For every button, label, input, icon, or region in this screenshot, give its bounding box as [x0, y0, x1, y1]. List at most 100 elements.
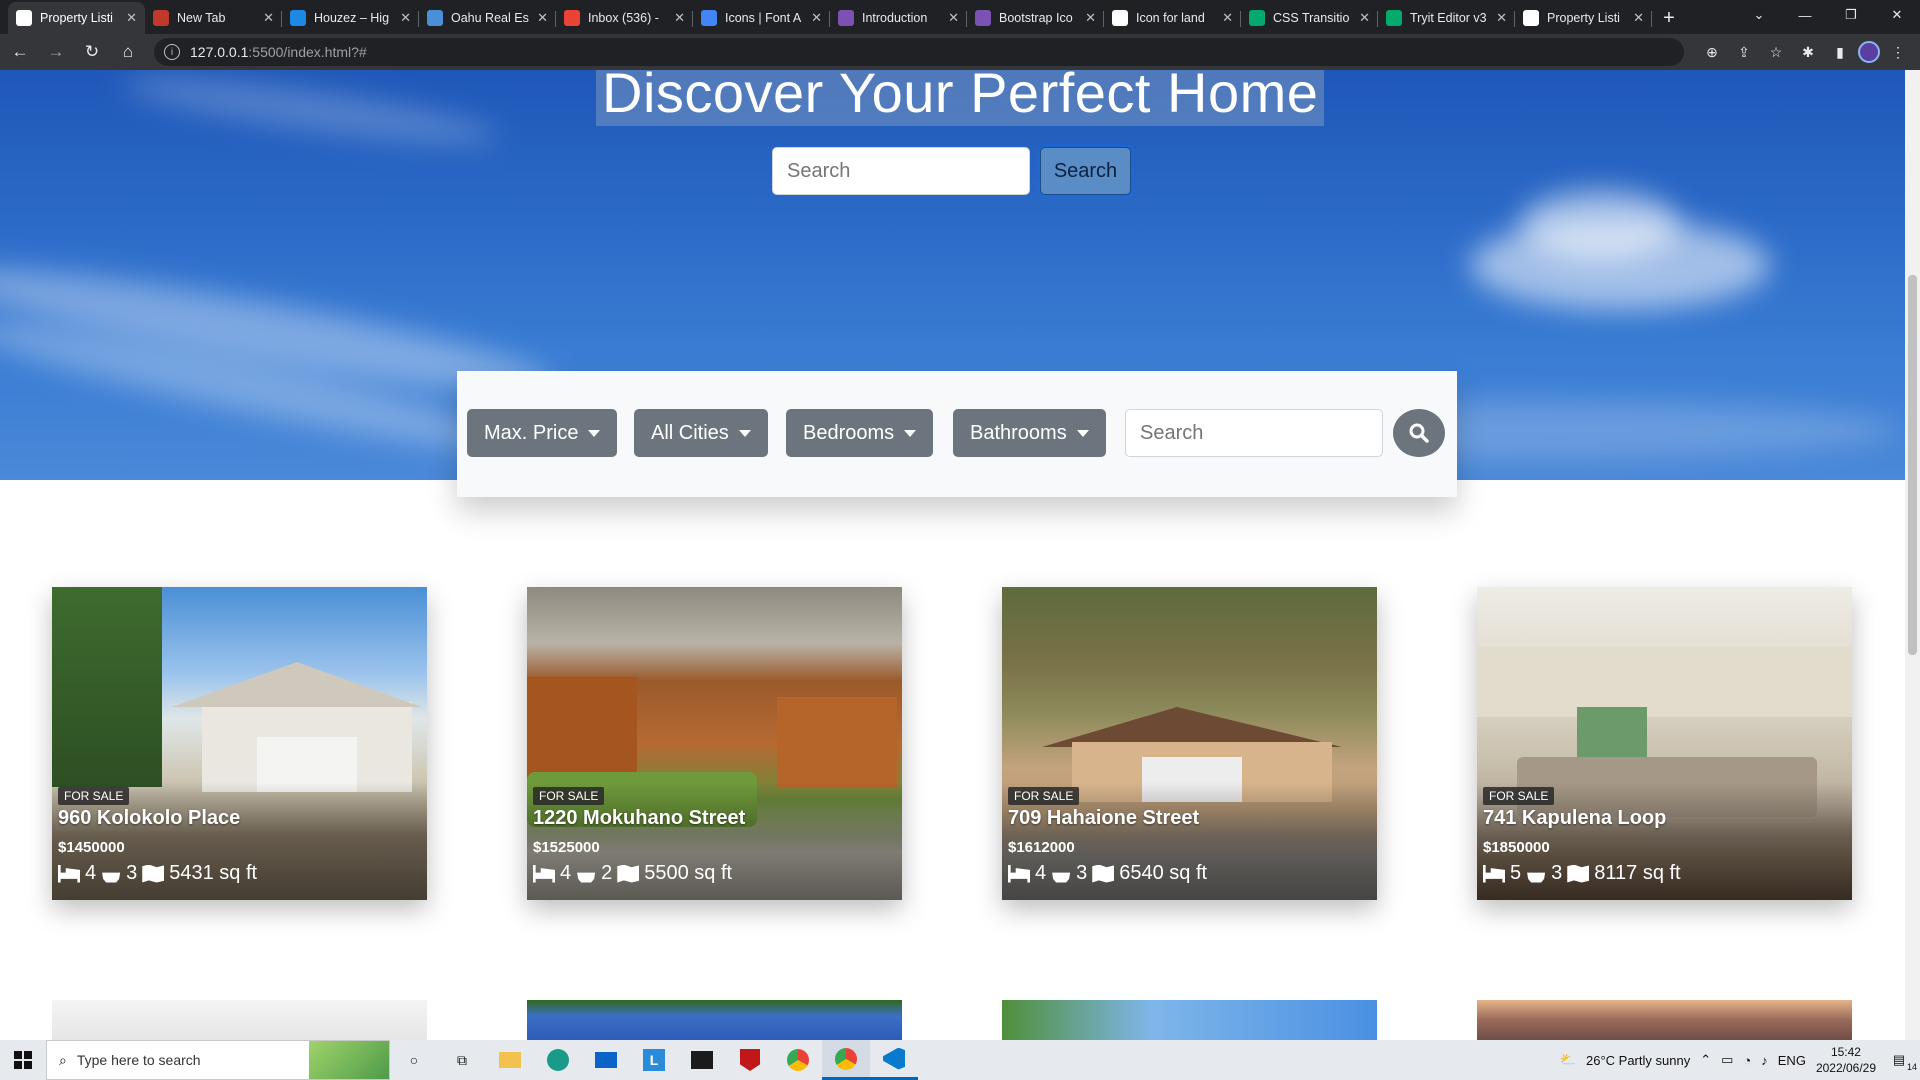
notifications-icon[interactable]: ▤ 14	[1886, 1052, 1918, 1072]
task-view-icon[interactable]: ⧉	[438, 1040, 486, 1080]
mail-icon[interactable]	[582, 1040, 630, 1080]
extensions-icon[interactable]: ✱	[1794, 38, 1822, 66]
chrome-active-icon[interactable]	[822, 1040, 870, 1080]
battery-icon[interactable]: ▭	[1721, 1052, 1733, 1068]
bootstrap-icon	[838, 10, 854, 26]
windows-logo-icon	[14, 1051, 32, 1069]
close-tab-icon[interactable]: ✕	[537, 10, 548, 26]
profile-avatar[interactable]	[1858, 41, 1880, 63]
wifi-icon[interactable]: ◔	[1743, 1053, 1751, 1068]
mcafee-icon[interactable]	[726, 1040, 774, 1080]
clock[interactable]: 15:42 2022/06/29	[1816, 1044, 1876, 1076]
reload-button[interactable]: ↻	[76, 36, 108, 68]
close-tab-icon[interactable]: ✕	[263, 10, 274, 26]
side-panel-icon[interactable]: ▮	[1826, 38, 1854, 66]
browser-toolbar: ← → ↻ ⌂ i 127.0.0.1:5500/index.html?# ⊕ …	[0, 34, 1920, 70]
zoom-icon[interactable]: ⊕	[1698, 38, 1726, 66]
edge-icon[interactable]	[534, 1040, 582, 1080]
close-tab-icon[interactable]: ✕	[948, 10, 959, 26]
tree-shape	[52, 587, 162, 787]
listing-card[interactable]: FOR SALE 1220 Mokuhano Street $1525000 4…	[527, 587, 902, 900]
browser-tab[interactable]: Introduction ✕	[830, 2, 967, 34]
browser-tab[interactable]: Inbox (536) - ✕	[556, 2, 693, 34]
area-map-icon	[617, 864, 640, 883]
close-tab-icon[interactable]: ✕	[674, 10, 685, 26]
tab-title: Icons | Font A	[725, 11, 802, 25]
listing-card[interactable]: FOR SALE 709 Hahaione Street $1612000 4 …	[1002, 587, 1377, 900]
language-indicator[interactable]: ENG	[1778, 1053, 1806, 1068]
site-info-icon[interactable]: i	[164, 44, 180, 60]
back-button[interactable]: ←	[4, 36, 36, 68]
listing-card-partial[interactable]	[1477, 1000, 1852, 1040]
browser-tab[interactable]: Tryit Editor v3 ✕	[1378, 2, 1515, 34]
chrome-icon[interactable]	[774, 1040, 822, 1080]
close-tab-icon[interactable]: ✕	[1633, 10, 1644, 26]
close-tab-icon[interactable]: ✕	[1222, 10, 1233, 26]
max-price-dropdown[interactable]: Max. Price	[467, 409, 618, 457]
menu-icon[interactable]: ⋮	[1884, 38, 1912, 66]
cities-dropdown[interactable]: All Cities	[634, 409, 768, 457]
listing-card[interactable]: FOR SALE 741 Kapulena Loop $1850000 5 3 …	[1477, 587, 1852, 900]
browser-tab[interactable]: Oahu Real Est ✕	[419, 2, 556, 34]
browser-tab[interactable]: Property Listi ✕	[8, 2, 145, 34]
start-button[interactable]	[0, 1040, 46, 1080]
sqft-value: 6540 sq ft	[1119, 862, 1208, 884]
roof-shape	[172, 662, 422, 707]
bedrooms-dropdown[interactable]: Bedrooms	[786, 409, 934, 457]
listing-card-partial[interactable]	[1002, 1000, 1377, 1040]
hero-search-button[interactable]: Search	[1040, 147, 1131, 195]
share-icon[interactable]: ⇪	[1730, 38, 1758, 66]
terminal-icon[interactable]	[678, 1040, 726, 1080]
scrollbar-thumb[interactable]	[1908, 275, 1917, 655]
close-tab-icon[interactable]: ✕	[1085, 10, 1096, 26]
address-bar[interactable]: i 127.0.0.1:5500/index.html?#	[154, 38, 1684, 66]
bathrooms-dropdown[interactable]: Bathrooms	[953, 409, 1106, 457]
listing-address: 960 Kolokolo Place	[58, 807, 241, 829]
close-window-button[interactable]: ✕	[1874, 0, 1920, 30]
bed-icon	[1483, 864, 1505, 883]
tab-search-icon[interactable]: ⌄	[1736, 0, 1782, 30]
weather-icon[interactable]: ⛅	[1560, 1052, 1576, 1068]
filter-search-button[interactable]	[1393, 409, 1445, 457]
bath-count: 3	[126, 862, 138, 884]
status-badge: FOR SALE	[1008, 787, 1080, 805]
file-explorer-icon[interactable]	[486, 1040, 534, 1080]
cortana-icon[interactable]: ○	[390, 1040, 438, 1080]
browser-tab[interactable]: Houzez – Hig ✕	[282, 2, 419, 34]
close-tab-icon[interactable]: ✕	[126, 10, 137, 26]
home-button[interactable]: ⌂	[112, 36, 144, 68]
tray-chevron-icon[interactable]: ⌃	[1700, 1052, 1711, 1068]
app-l-icon[interactable]: L	[630, 1040, 678, 1080]
taskbar-search[interactable]: ⌕ Type here to search	[46, 1040, 390, 1080]
close-tab-icon[interactable]: ✕	[1359, 10, 1370, 26]
tab-list: Property Listi ✕ New Tab ✕ Houzez – Hig ✕ Oahu…	[8, 2, 1652, 34]
hero-search-input[interactable]	[772, 147, 1030, 195]
caret-down-icon	[904, 429, 917, 437]
browser-tab[interactable]: CSS Transitio ✕	[1241, 2, 1378, 34]
restore-button[interactable]: ❐	[1828, 0, 1874, 30]
bath-icon	[1527, 872, 1546, 883]
close-tab-icon[interactable]: ✕	[400, 10, 411, 26]
tab-title: Bootstrap Ico	[999, 11, 1073, 25]
minimize-button[interactable]: —	[1782, 0, 1828, 30]
browser-tab[interactable]: Property Listi ✕	[1515, 2, 1652, 34]
listing-card-partial[interactable]	[52, 1000, 427, 1040]
browser-tab[interactable]: Icons | Font A ✕	[693, 2, 830, 34]
close-tab-icon[interactable]: ✕	[811, 10, 822, 26]
listing-card-partial[interactable]	[527, 1000, 902, 1040]
filter-search-input[interactable]	[1125, 409, 1383, 457]
close-tab-icon[interactable]: ✕	[1496, 10, 1507, 26]
bedrooms-label: Bedrooms	[803, 421, 895, 444]
forward-button[interactable]: →	[40, 36, 72, 68]
vscode-icon[interactable]	[870, 1040, 918, 1080]
bookmark-star-icon[interactable]: ☆	[1762, 38, 1790, 66]
tab-title: Property Listi	[40, 11, 113, 25]
volume-icon[interactable]: ♪	[1761, 1053, 1768, 1068]
listing-card[interactable]: FOR SALE 960 Kolokolo Place $1450000 4 3…	[52, 587, 427, 900]
browser-tab[interactable]: New Tab ✕	[145, 2, 282, 34]
listing-address: 1220 Mokuhano Street	[533, 807, 746, 829]
browser-tab[interactable]: Icon for land ✕	[1104, 2, 1241, 34]
browser-tab[interactable]: Bootstrap Ico ✕	[967, 2, 1104, 34]
new-tab-button[interactable]: +	[1652, 2, 1686, 34]
weather-text[interactable]: 26°C Partly sunny	[1586, 1053, 1690, 1068]
